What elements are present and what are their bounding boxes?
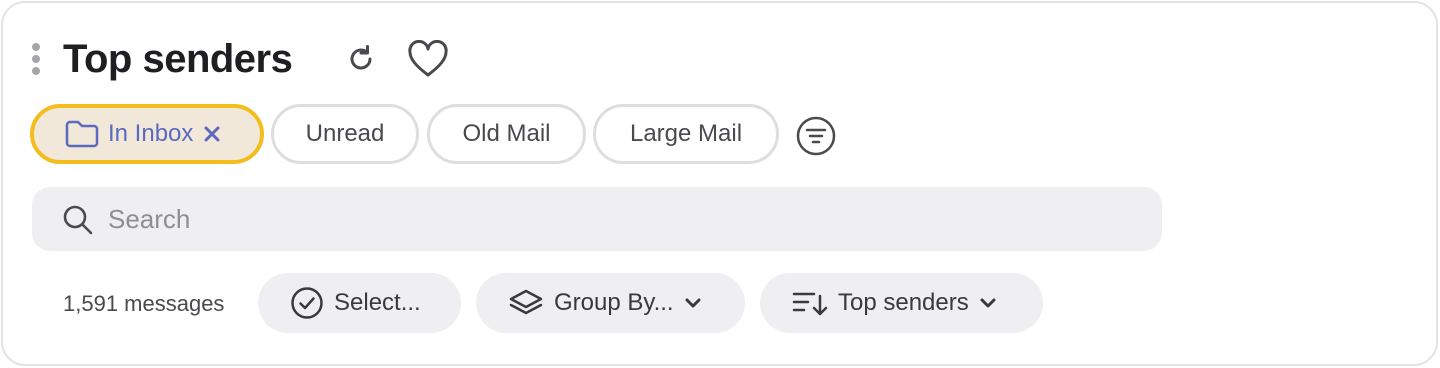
search-bar[interactable] <box>32 187 1162 251</box>
more-filters-button[interactable] <box>793 113 839 159</box>
select-label: Select... <box>334 289 421 316</box>
group-by-label: Group By... <box>554 289 674 316</box>
group-by-dropdown[interactable]: Group By... <box>476 273 745 333</box>
chip-label: Old Mail <box>462 120 551 147</box>
chip-label: In Inbox <box>108 120 194 147</box>
sort-dropdown[interactable]: Top senders <box>760 273 1043 333</box>
layers-icon <box>508 287 544 319</box>
drag-handle-icon[interactable] <box>31 43 41 75</box>
filter-chip-in-inbox[interactable]: In Inbox <box>30 104 264 164</box>
chip-label: Unread <box>305 120 385 147</box>
chevron-down-icon <box>684 297 702 309</box>
refresh-icon <box>350 45 372 70</box>
search-input[interactable] <box>108 187 1148 251</box>
chevron-down-icon <box>979 297 997 309</box>
top-senders-panel: Top senders In Inbox Unread Old Mail Lar… <box>1 1 1438 366</box>
close-icon[interactable] <box>203 125 221 143</box>
chip-label: Large Mail <box>629 120 743 147</box>
filter-icon <box>796 116 836 156</box>
message-count: 1,591 messages <box>63 291 225 316</box>
heart-icon <box>408 40 448 77</box>
panel-title: Top senders <box>63 37 293 81</box>
check-circle-icon <box>290 286 324 320</box>
search-icon <box>63 205 93 235</box>
refresh-button[interactable] <box>341 39 381 79</box>
filter-chip-old-mail[interactable]: Old Mail <box>427 104 586 164</box>
folder-icon <box>64 119 100 149</box>
favorite-button[interactable] <box>405 37 451 81</box>
sort-icon <box>792 288 828 318</box>
sort-label: Top senders <box>838 289 969 316</box>
filter-chip-unread[interactable]: Unread <box>271 104 419 164</box>
filter-chip-large-mail[interactable]: Large Mail <box>593 104 779 164</box>
select-button[interactable]: Select... <box>258 273 461 333</box>
